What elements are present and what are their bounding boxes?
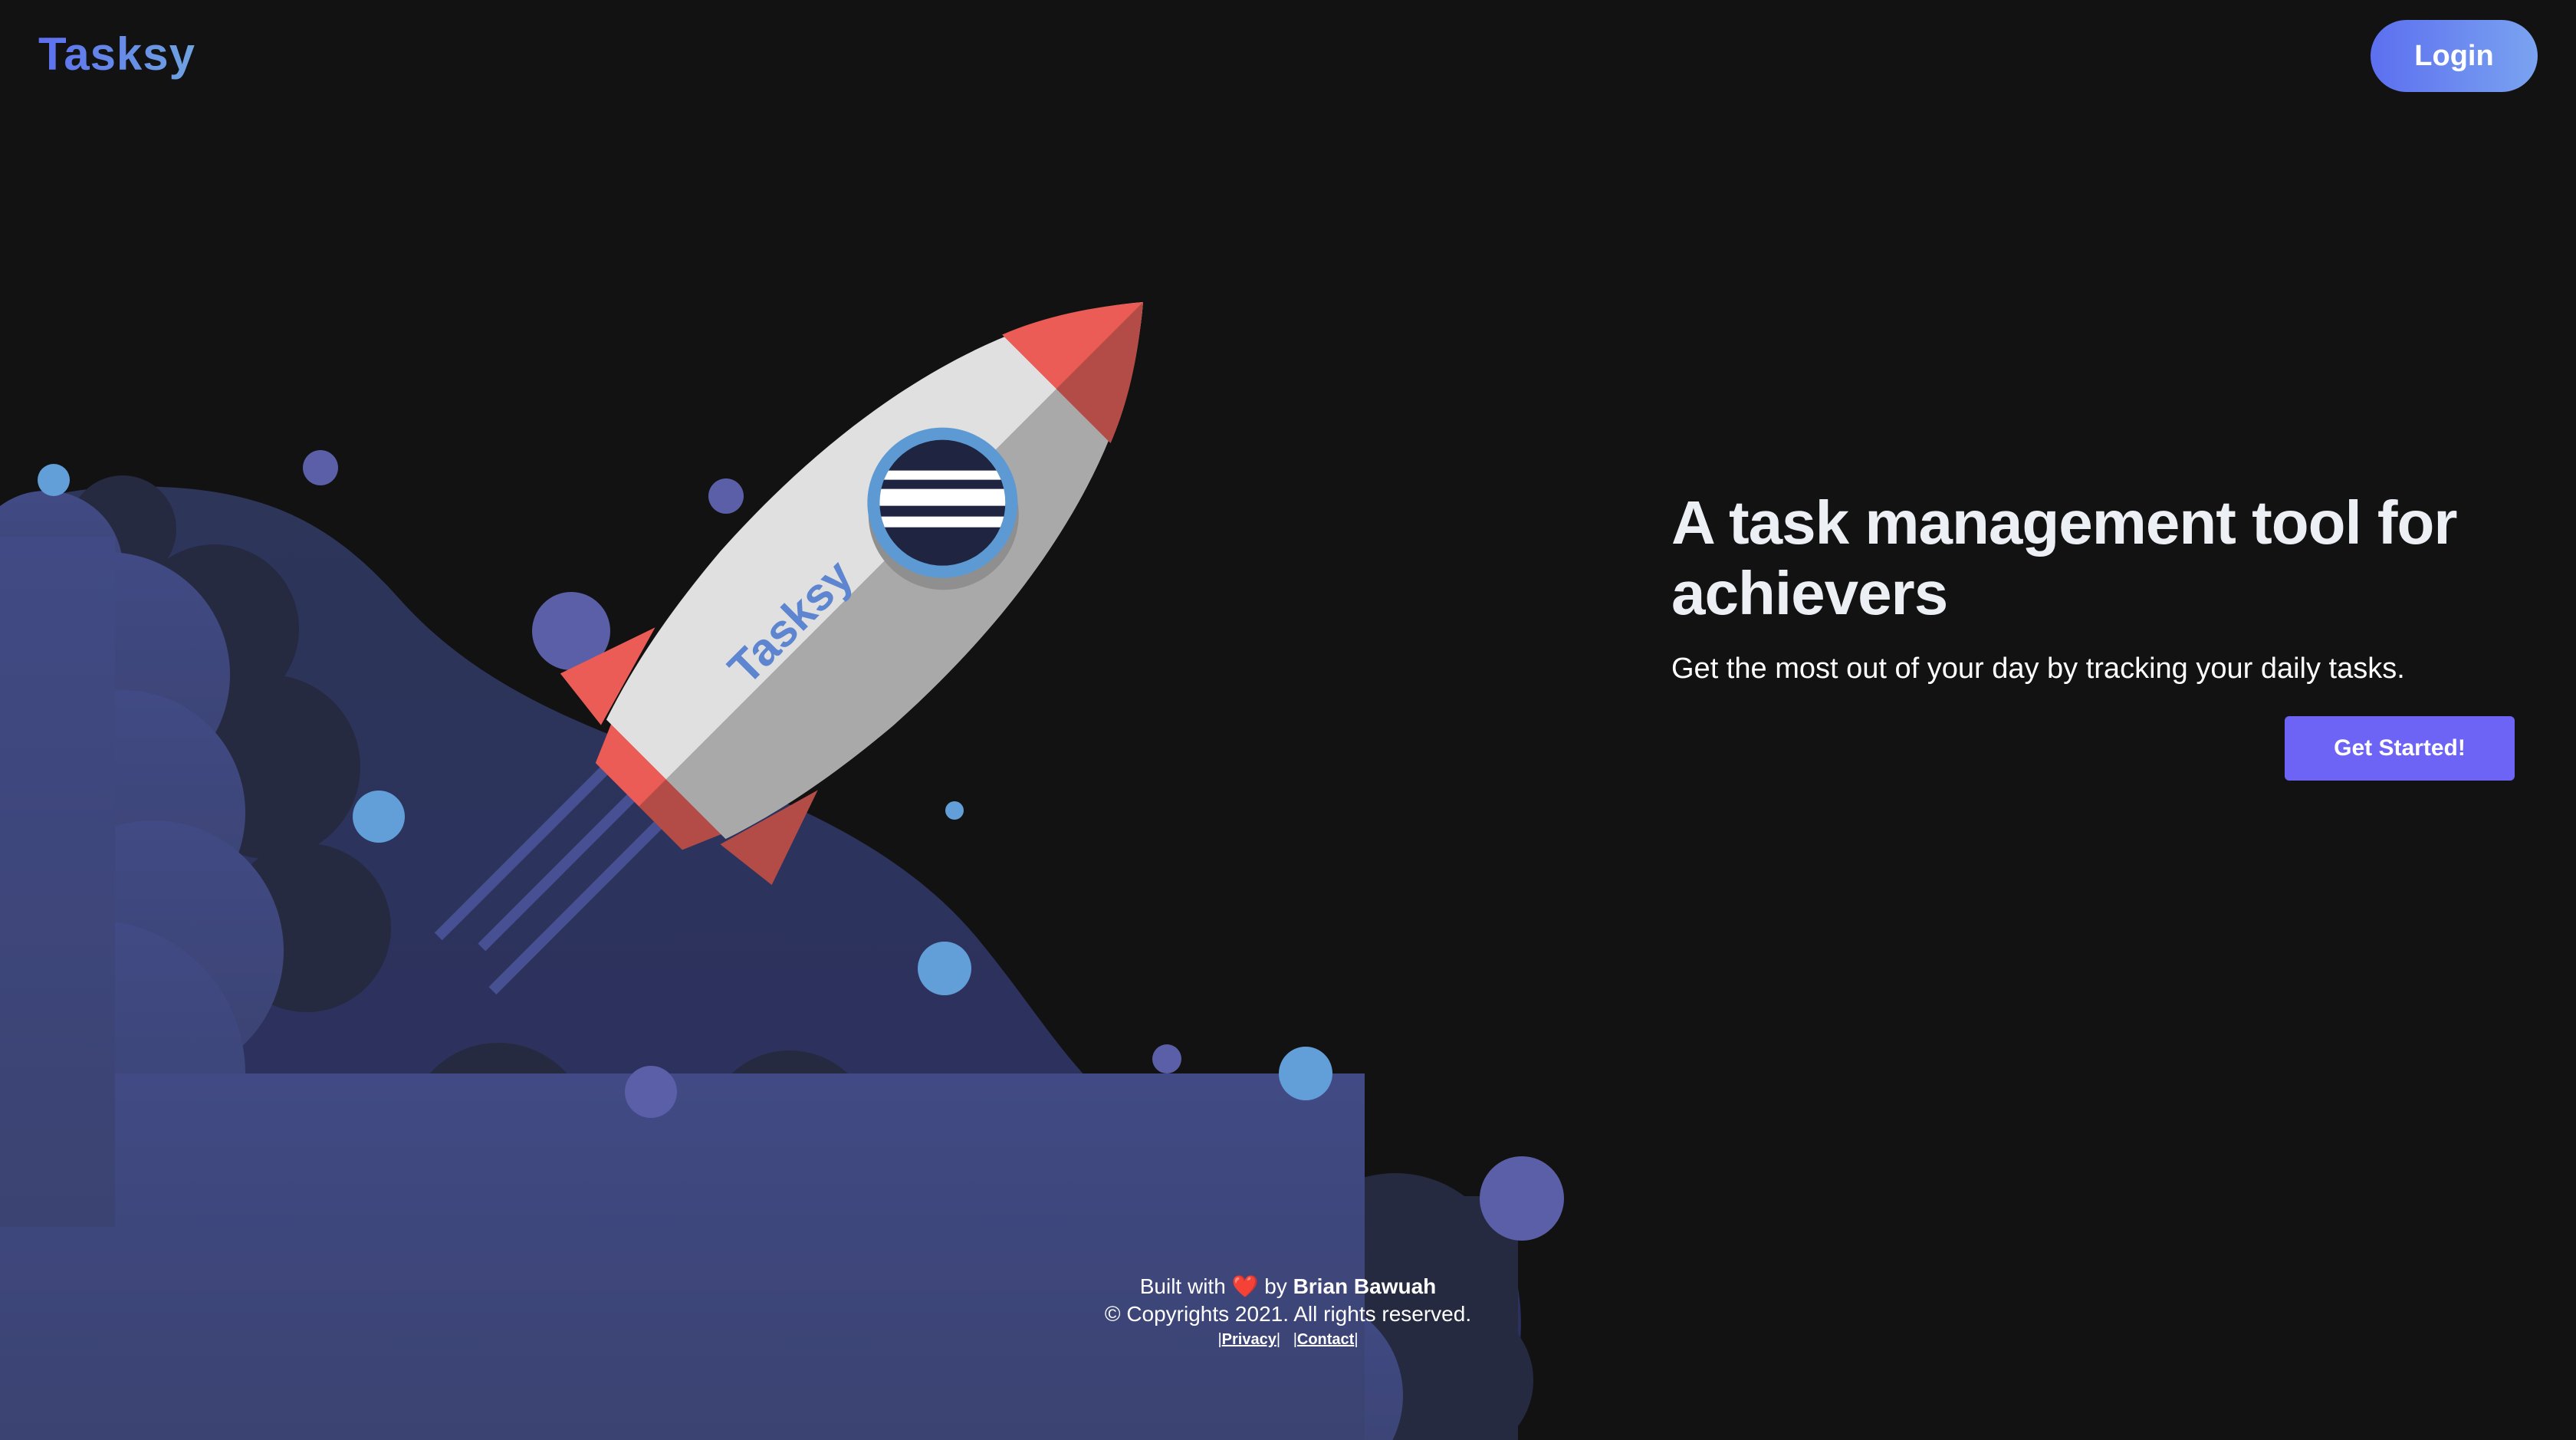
author-name: Brian Bawuah bbox=[1293, 1274, 1437, 1298]
login-button[interactable]: Login bbox=[2371, 20, 2538, 92]
footer-links: |Privacy| |Contact| bbox=[1058, 1328, 1518, 1351]
privacy-link[interactable]: Privacy bbox=[1222, 1331, 1276, 1348]
footer: Built with ❤️ by Brian Bawuah © Copyrigh… bbox=[1058, 1273, 1518, 1351]
by-text: by bbox=[1264, 1274, 1287, 1298]
hero-subtitle: Get the most out of your day by tracking… bbox=[1671, 653, 2405, 685]
link-separator: | bbox=[1354, 1331, 1359, 1348]
hero-title: A task management tool for achievers bbox=[1671, 488, 2458, 627]
get-started-button[interactable]: Get Started! bbox=[2285, 716, 2515, 781]
page: Tasksy Login Tasksy A task management to… bbox=[0, 0, 2576, 1440]
contact-link[interactable]: Contact bbox=[1297, 1331, 1354, 1348]
built-with-text: Built with bbox=[1139, 1274, 1226, 1298]
rocket-illustration: Tasksy bbox=[0, 302, 1564, 1440]
heart-icon: ❤️ bbox=[1231, 1274, 1259, 1298]
copyright-text: © Copyrights 2021. All rights reserved. bbox=[1104, 1302, 1472, 1326]
footer-credit: Built with ❤️ by Brian Bawuah bbox=[1058, 1273, 1518, 1300]
hero-section: A task management tool for achievers Get… bbox=[1671, 488, 2530, 687]
link-separator: | bbox=[1276, 1331, 1281, 1348]
